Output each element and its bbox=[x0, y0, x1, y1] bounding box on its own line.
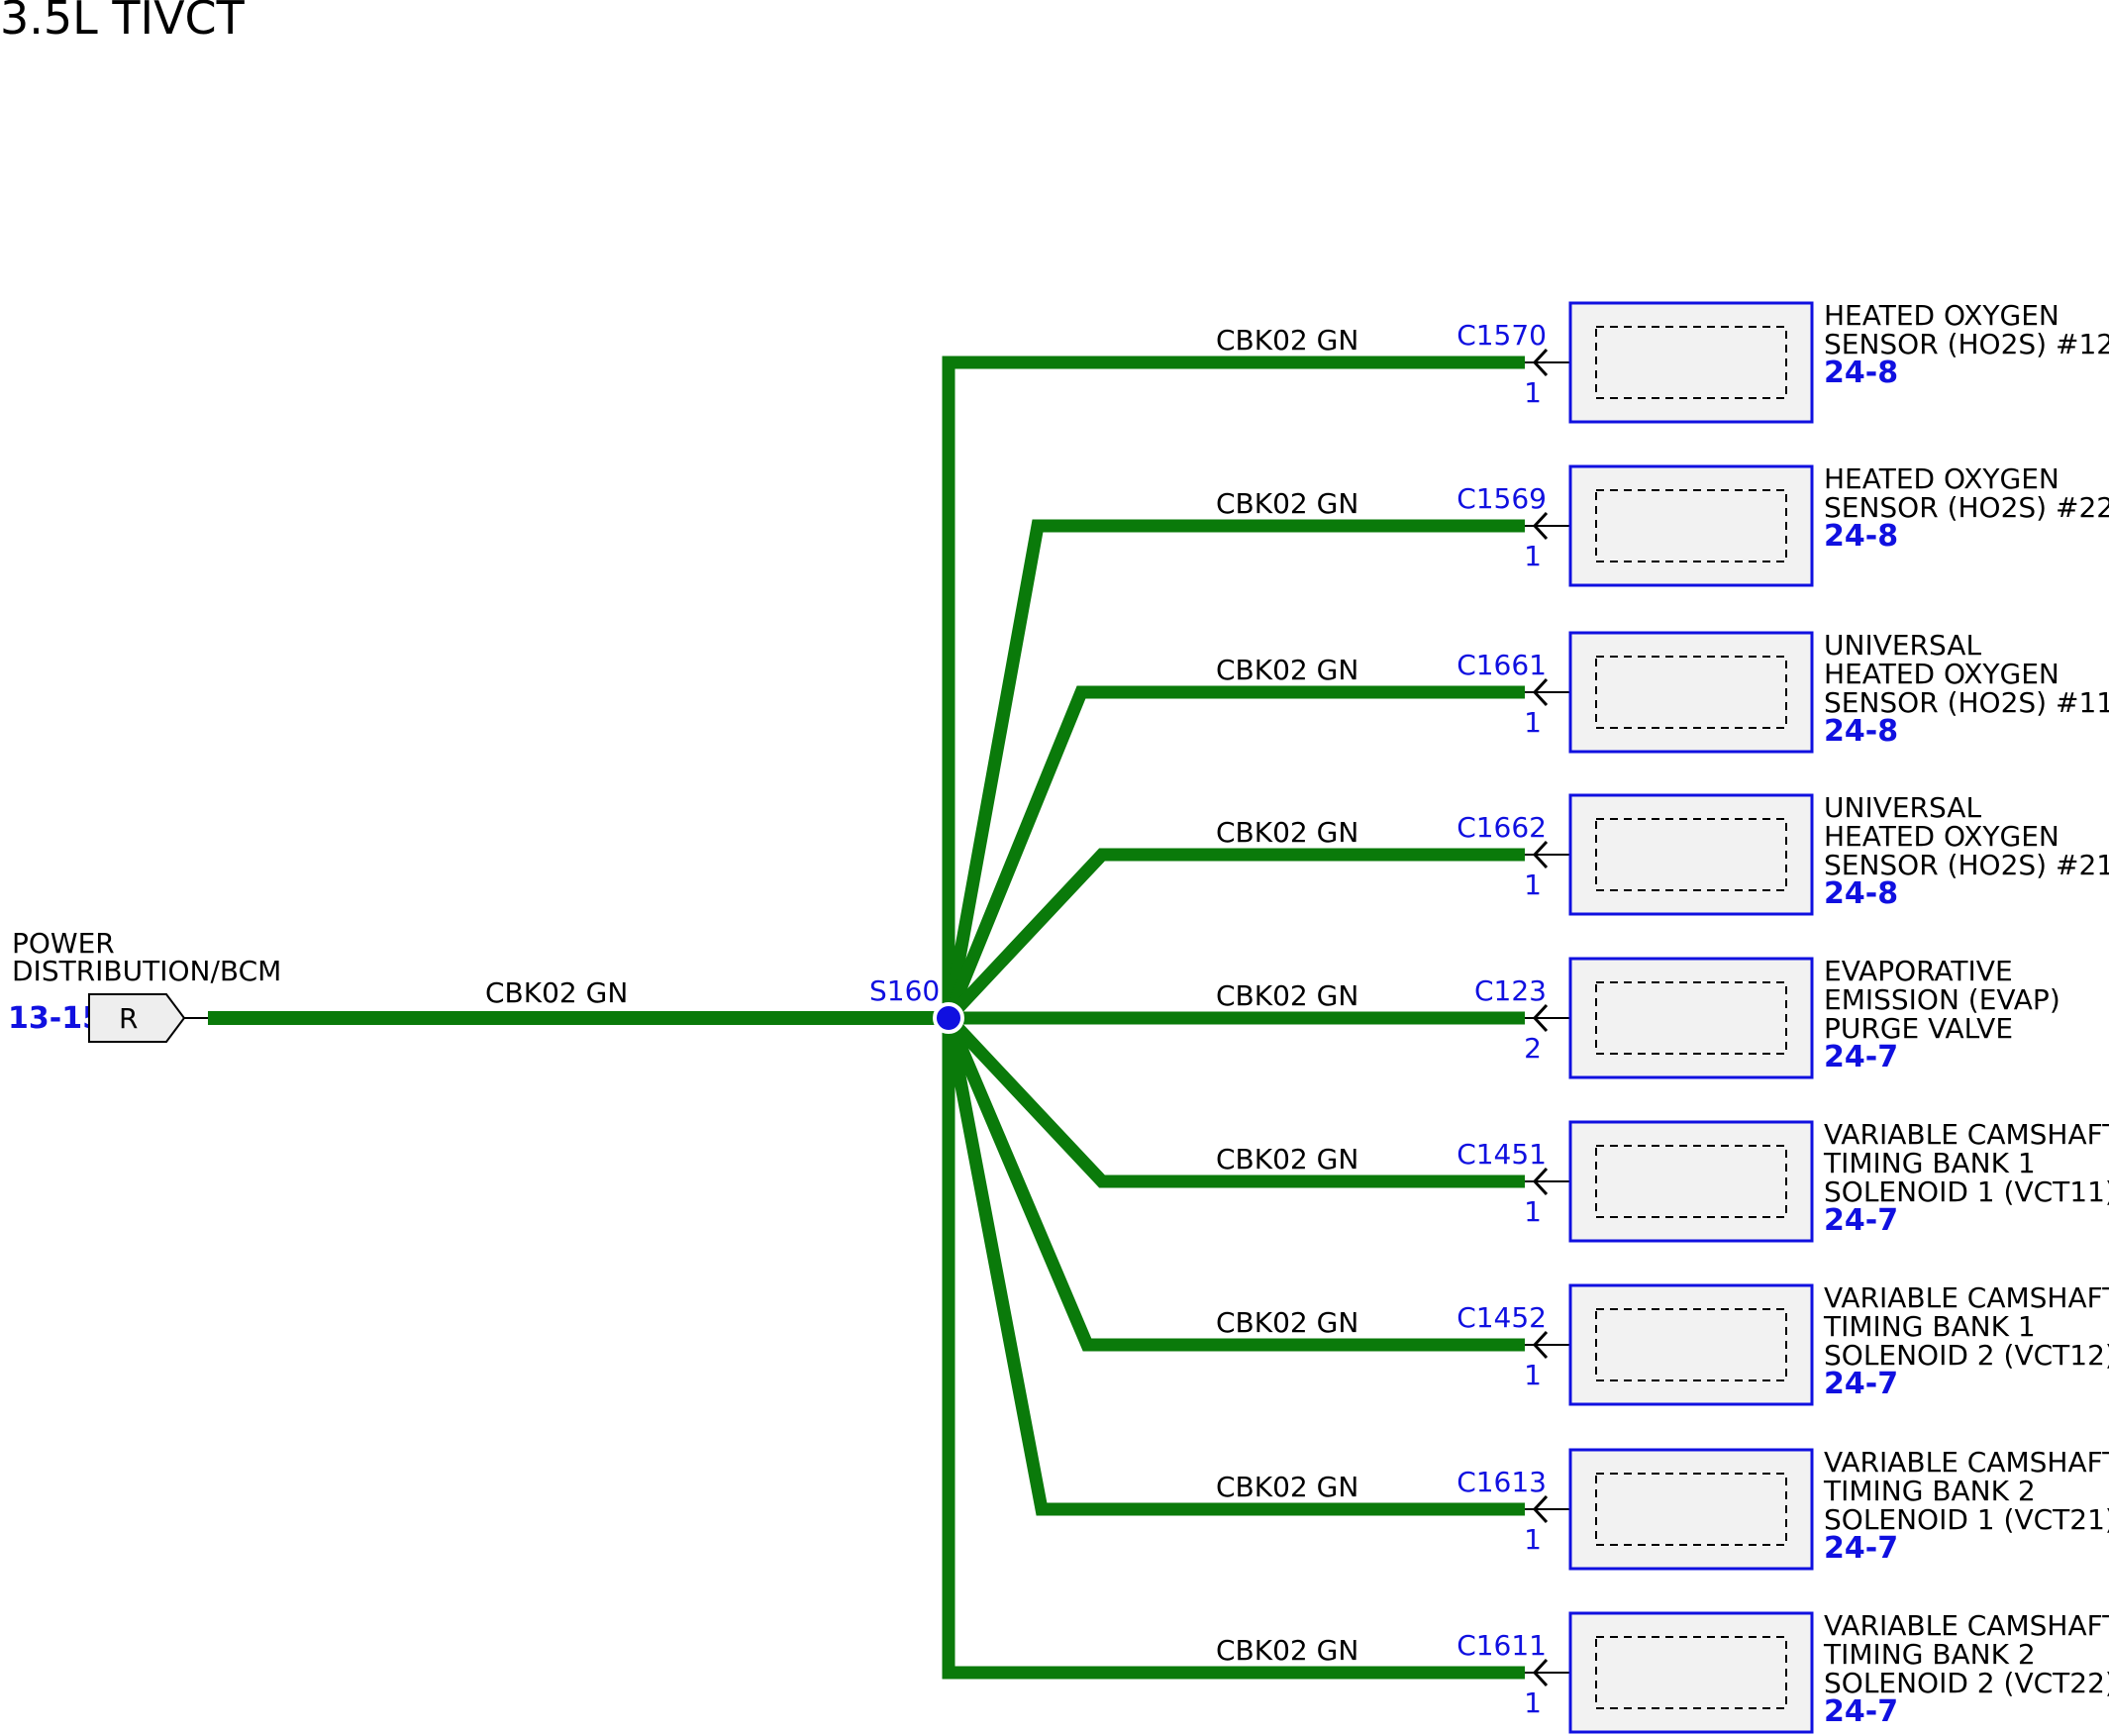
connector-label: C1611 bbox=[1456, 1629, 1547, 1662]
branch-wire-label: CBK02 GN bbox=[1216, 1306, 1358, 1339]
pin-number: 2 bbox=[1524, 1032, 1542, 1065]
branch-wire-label: CBK02 GN bbox=[1216, 1143, 1358, 1175]
trunk-wire-label: CBK02 GN bbox=[485, 976, 628, 1009]
pin-number: 1 bbox=[1524, 376, 1542, 409]
branch-wire-label: CBK02 GN bbox=[1216, 324, 1358, 357]
branch-wire-label: CBK02 GN bbox=[1216, 1634, 1358, 1667]
component-page-ref-link[interactable]: 24-7 bbox=[1824, 1694, 1898, 1729]
branch-wire-label: CBK02 GN bbox=[1216, 979, 1358, 1012]
pin-number: 1 bbox=[1524, 1523, 1542, 1556]
pin-number: 1 bbox=[1524, 1686, 1542, 1719]
pin-number: 1 bbox=[1524, 540, 1542, 572]
component-box[interactable] bbox=[1568, 1120, 1814, 1243]
branch-wire-label: CBK02 GN bbox=[1216, 816, 1358, 849]
branch-wire-label: CBK02 GN bbox=[1216, 654, 1358, 686]
branch-5: CBK02 GN C1232EVAPORATIVEEMISSION (EVAP)P… bbox=[949, 955, 2060, 1079]
branch-wire-label: CBK02 GN bbox=[1216, 487, 1358, 520]
branch-wires: CBK02 GN C15701HEATED OXYGENSENSOR (HO2S)… bbox=[942, 299, 2109, 1734]
component-box[interactable] bbox=[1568, 301, 1814, 424]
connector-label: C123 bbox=[1474, 974, 1547, 1007]
connector-label: C1661 bbox=[1456, 649, 1547, 681]
splice-label: S160 bbox=[869, 974, 940, 1007]
splice-s160[interactable] bbox=[933, 1002, 964, 1034]
component-box[interactable] bbox=[1568, 793, 1814, 916]
connector-label: C1570 bbox=[1456, 319, 1547, 352]
component-page-ref-link[interactable]: 24-8 bbox=[1824, 356, 1898, 390]
branch-wire-label: CBK02 GN bbox=[1216, 1471, 1358, 1503]
component-box[interactable] bbox=[1568, 957, 1814, 1079]
component-page-ref-link[interactable]: 24-7 bbox=[1824, 1203, 1898, 1238]
connector-label: C1613 bbox=[1456, 1466, 1547, 1498]
component-page-ref-link[interactable]: 24-8 bbox=[1824, 519, 1898, 554]
component-page-ref-link[interactable]: 24-7 bbox=[1824, 1040, 1898, 1074]
component-page-ref-link[interactable]: 24-8 bbox=[1824, 714, 1898, 749]
component-page-ref-link[interactable]: 24-7 bbox=[1824, 1531, 1898, 1566]
connector-label: C1662 bbox=[1456, 811, 1547, 844]
pin-number: 1 bbox=[1524, 706, 1542, 739]
trunk-wire[interactable] bbox=[208, 1011, 949, 1025]
source-connector-letter: R bbox=[119, 1002, 138, 1035]
branch-wire[interactable] bbox=[942, 1016, 1525, 1516]
component-box[interactable] bbox=[1568, 1611, 1814, 1734]
pin-number: 1 bbox=[1524, 1195, 1542, 1228]
branch-2: CBK02 GN C15691HEATED OXYGENSENSOR (HO2S)… bbox=[942, 462, 2109, 1020]
component-box[interactable] bbox=[1568, 1448, 1814, 1571]
component-box[interactable] bbox=[1568, 631, 1814, 754]
branch-wire[interactable] bbox=[942, 519, 1525, 1020]
diagram-title: 3.5L TIVCT bbox=[0, 0, 246, 45]
pin-number: 1 bbox=[1524, 868, 1542, 901]
source-name-line-2: DISTRIBUTION/BCM bbox=[12, 955, 281, 987]
component-box[interactable] bbox=[1568, 1283, 1814, 1406]
connector-label: C1569 bbox=[1456, 482, 1547, 515]
component-page-ref-link[interactable]: 24-7 bbox=[1824, 1367, 1898, 1401]
pin-number: 1 bbox=[1524, 1359, 1542, 1391]
connector-label: C1452 bbox=[1456, 1301, 1547, 1334]
connector-label: C1451 bbox=[1456, 1138, 1547, 1171]
component-page-ref-link[interactable]: 24-8 bbox=[1824, 876, 1898, 911]
wiring-diagram: 3.5L TIVCT POWER DISTRIBUTION/BCM 13-15 … bbox=[0, 0, 2109, 1734]
component-box[interactable] bbox=[1568, 464, 1814, 587]
